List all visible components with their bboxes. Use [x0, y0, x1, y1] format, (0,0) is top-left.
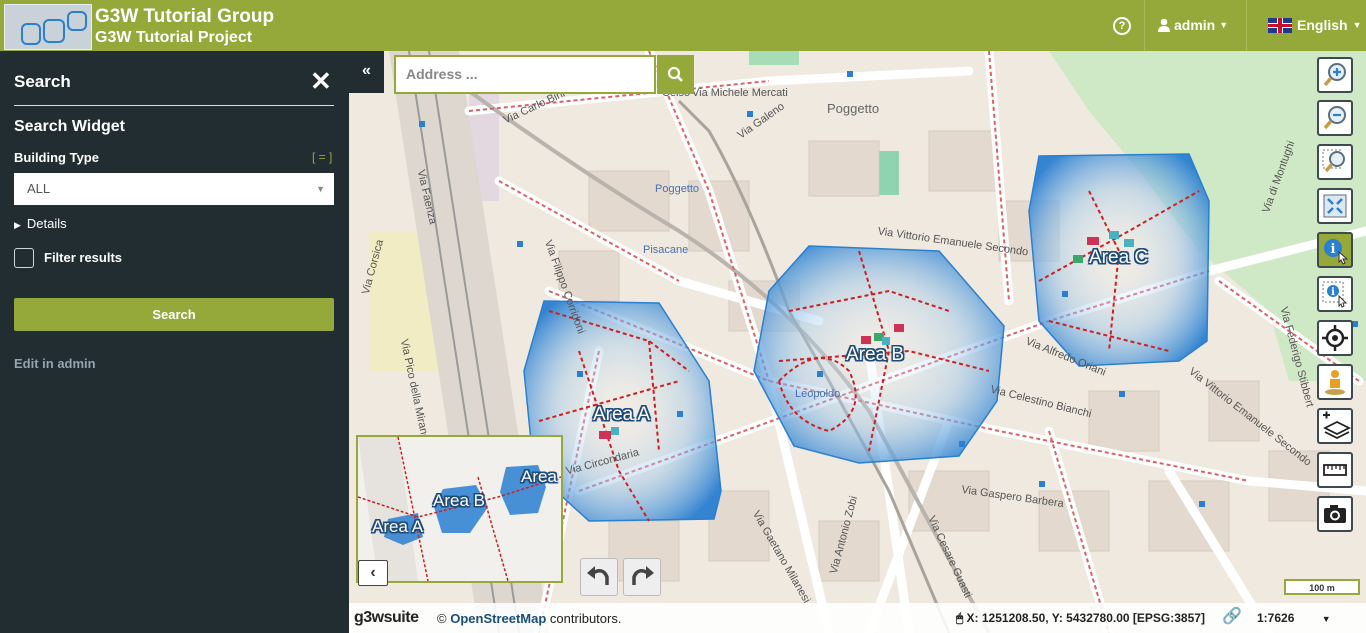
streetview-icon[interactable] [1317, 364, 1353, 400]
map-viewport[interactable]: Celso Via Michele Mercati Via Carlo Bini… [349, 51, 1366, 633]
zoom-in-icon[interactable] [1317, 57, 1353, 93]
mouse-icon: 🖱 [956, 611, 964, 625]
edit-in-admin-link[interactable]: Edit in admin [14, 356, 96, 371]
map-footer: g3wsuite © OpenStreetMap contributors. 🖱… [349, 603, 1366, 633]
zoom-extent-icon[interactable] [1317, 188, 1353, 224]
contributors-text: contributors. [549, 611, 622, 626]
panel-title: Search [14, 72, 71, 91]
svg-text:i: i [1331, 287, 1335, 298]
overview-area-label: Area [521, 467, 557, 486]
zoom-box-icon[interactable] [1317, 144, 1353, 180]
caret-down-icon: ▼ [1352, 20, 1362, 30]
undo-extent-button[interactable] [580, 558, 618, 596]
question-circle-icon[interactable]: ? [1113, 17, 1131, 35]
building-type-select[interactable]: ALL ▼ [14, 173, 334, 205]
coordinates-value: X: 1251208.50, Y: 5432780.00 [966, 611, 1130, 625]
place-label: Leopoldo [795, 388, 841, 400]
redo-extent-button[interactable] [623, 558, 661, 596]
caret-down-icon: ▼ [316, 184, 325, 194]
filter-results-label[interactable]: Filter results [44, 250, 122, 265]
group-title: G3W Tutorial Group [95, 6, 275, 27]
project-title: G3W Tutorial Project [95, 29, 253, 46]
search-sidebar: Search ✕ Search Widget Building Type [ =… [0, 51, 349, 633]
map-attribution: © OpenStreetMap contributors. [437, 611, 621, 626]
overview-toggle-button[interactable]: ‹ [358, 560, 388, 586]
zoom-out-icon[interactable] [1317, 100, 1353, 136]
top-navbar: G3W Tutorial Group G3W Tutorial Project … [0, 0, 1366, 51]
divider [14, 105, 334, 106]
language-label: English [1297, 17, 1348, 33]
screenshot-icon[interactable] [1317, 496, 1353, 532]
area-label: Area B [846, 344, 905, 365]
epsg-code: [EPSG:3857] [1132, 611, 1205, 625]
address-search-button[interactable] [657, 55, 694, 94]
close-icon[interactable]: ✕ [310, 68, 332, 94]
scale-bar: 100 m [1284, 579, 1360, 595]
link-icon[interactable]: 🔗 [1222, 606, 1242, 626]
building-type-label: Building Type [14, 150, 99, 165]
g3wsuite-logo[interactable]: g3wsuite [354, 609, 419, 627]
street-label: Via Michele Mercati [692, 87, 788, 99]
navbar-divider [1246, 0, 1247, 51]
select-value: ALL [27, 181, 51, 196]
scale-value: 1:7626 [1257, 611, 1295, 625]
user-icon [1158, 18, 1170, 32]
measure-icon[interactable] [1317, 452, 1353, 488]
place-label: Pisacane [643, 244, 689, 256]
address-placeholder: Address ... [406, 66, 478, 82]
scale-select[interactable]: 1:7626 ▼ [1257, 611, 1331, 625]
details-label: Details [26, 216, 67, 231]
filter-results-checkbox[interactable] [14, 248, 34, 268]
caret-right-icon: ▶ [14, 220, 21, 230]
widget-title: Search Widget [14, 118, 125, 135]
user-menu[interactable]: admin ▼ [1158, 17, 1228, 33]
navbar-divider [1144, 0, 1145, 51]
place-label: Poggetto [827, 101, 880, 116]
details-toggle[interactable]: ▶ Details [14, 216, 67, 231]
overview-area-label: Area A [372, 517, 424, 536]
area-label: Area A [593, 404, 651, 425]
collapse-sidebar-button[interactable]: « [349, 51, 384, 93]
search-button[interactable]: Search [14, 298, 334, 331]
operator-badge: [ = ] [312, 150, 333, 164]
caret-down-icon: ▼ [1321, 614, 1331, 624]
area-label: Area C [1089, 247, 1149, 268]
search-icon [667, 66, 683, 82]
query-info-icon[interactable]: i [1317, 232, 1353, 268]
copyright-symbol: © [437, 611, 447, 626]
mouse-coordinates: 🖱 X: 1251208.50, Y: 5432780.00 [EPSG:385… [956, 611, 1205, 626]
uk-flag-icon [1268, 17, 1292, 33]
svg-text:i: i [1331, 242, 1336, 257]
geolocation-icon[interactable] [1317, 320, 1353, 356]
place-label: Poggetto [655, 183, 700, 195]
chevron-left-icon: ‹ [370, 564, 376, 581]
osm-link[interactable]: OpenStreetMap [450, 611, 546, 626]
overview-area-label: Area B [433, 491, 485, 510]
address-search-input[interactable]: Address ... [394, 55, 656, 94]
query-bbox-icon[interactable]: i [1317, 276, 1353, 312]
add-layer-icon[interactable] [1317, 408, 1353, 444]
language-menu[interactable]: English ▼ [1268, 17, 1361, 33]
project-logo[interactable] [4, 4, 92, 50]
redo-icon [632, 566, 654, 585]
user-name: admin [1174, 17, 1216, 33]
caret-down-icon: ▼ [1219, 20, 1229, 30]
undo-icon [587, 566, 609, 585]
